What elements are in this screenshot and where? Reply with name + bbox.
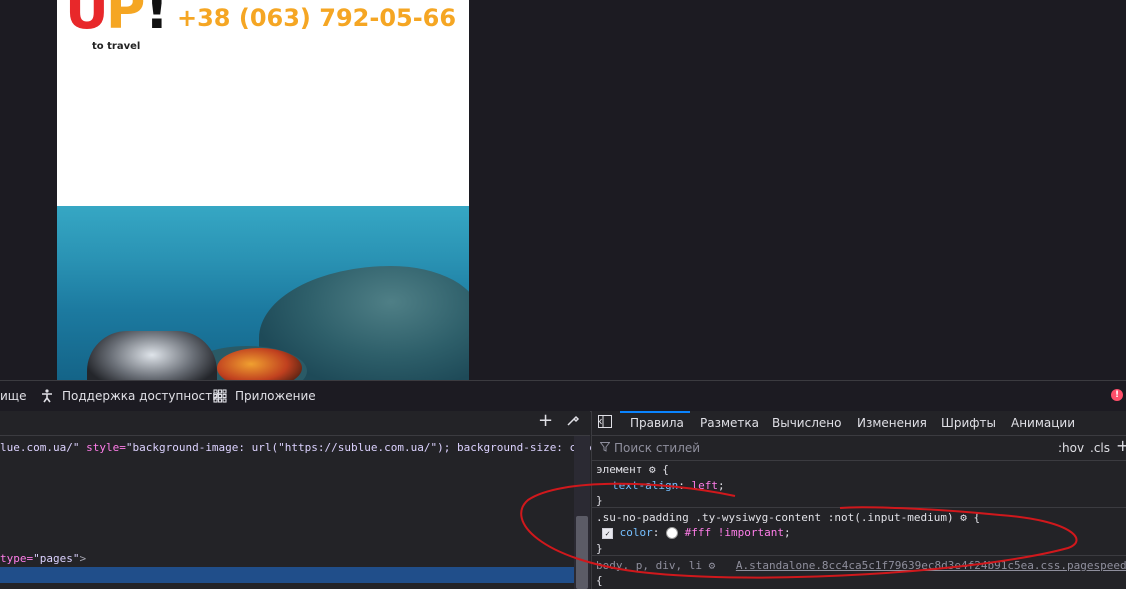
devtools-toolbar: ище Поддержка доступности Приложение ! [0,380,1126,412]
tab-layout[interactable]: Разметка [700,416,759,430]
add-rule-button[interactable]: + [1116,436,1126,455]
rules-panel: Правила Разметка Вычислено Изменения Шри… [591,411,1126,589]
rule-element-decl[interactable]: text-align: left; [612,479,725,492]
gear-icon[interactable]: ⚙ [649,463,656,476]
accessibility-icon [40,389,54,406]
markup-attr-name: style= [79,441,126,454]
rule-divider [592,507,1126,508]
style-search-input[interactable]: Поиск стилей [614,441,700,455]
markup-scrollbar[interactable] [574,436,590,589]
markup-attr-name-type: type= [0,552,34,565]
brace: { [973,511,981,524]
brace: } [596,542,603,555]
scrollbar-thumb[interactable] [576,516,588,589]
rule-2-decl[interactable]: ✓ color: #fff !important; [602,526,791,539]
tab-truncated[interactable]: ище [0,389,26,403]
rule-element-header: элемент ⚙ { [596,463,669,476]
add-node-button[interactable]: + [538,410,553,431]
rule-selector[interactable]: .su-no-padding .ty-wysiwyg-content :not(… [596,511,954,524]
markup-toolbar: + [0,410,590,436]
tab-fonts[interactable]: Шрифты [941,416,996,430]
markup-attr-value-type: "pages" [33,552,80,565]
rule-2-header: .su-no-padding .ty-wysiwyg-content :not(… [596,511,980,524]
tab-application[interactable]: Приложение [235,389,316,403]
tab-accessibility[interactable]: Поддержка доступности [62,389,220,403]
devtools-panel: ище Поддержка доступности Приложение ! +… [0,380,1126,589]
prop-value[interactable]: left [691,479,718,492]
underwater-video-frame [57,206,469,380]
orange-fin [217,348,302,380]
prop-name[interactable]: text-align [612,479,678,492]
brace: } [596,494,603,507]
gear-icon[interactable]: ⚙ [709,559,716,572]
error-count-icon[interactable]: ! [1111,389,1123,401]
phone-number[interactable]: +38 (063) 792-05-66 [177,4,456,32]
eyedropper-icon[interactable] [566,413,580,431]
markup-line-style[interactable]: lue.com.ua/" style="background-image: ur… [0,441,609,454]
diver-with-scooter [87,331,217,380]
brace: { [662,463,669,476]
brand-logo[interactable]: UP! [65,0,169,41]
rule-selector[interactable]: body, p, div, li [596,559,702,572]
rules-tabs: Правила Разметка Вычислено Изменения Шри… [592,411,1126,436]
gear-icon[interactable]: ⚙ [960,511,967,524]
rule-divider [592,555,1126,556]
rule-selector: элемент [596,463,643,476]
enable-checkbox[interactable]: ✓ [602,527,613,539]
stylesheet-source-link[interactable]: A.standalone.8cc4ca5c1f79639ec8d3e4f24b9… [736,559,1126,572]
tab-animations[interactable]: Анимации [1011,416,1075,430]
rule-3-header: body, p, div, li ⚙ A.standalone.8cc4ca5c… [596,559,1126,572]
tab-computed[interactable]: Вычислено [772,416,841,430]
color-swatch[interactable] [666,527,678,539]
style-filter-bar: Поиск стилей :hov .cls + [592,436,1126,461]
tab-rules[interactable]: Правила [630,416,684,430]
markup-tag-close: > [79,552,87,565]
brace: { [596,574,603,587]
application-icon [213,389,227,406]
active-tab-indicator [620,411,690,413]
logo-tagline: to travel [92,41,141,52]
website-preview: UP! to travel +38 (063) 792-05-66 [57,0,469,380]
cls-toggle[interactable]: .cls [1090,441,1110,455]
markup-line-type[interactable]: type="pages"> [0,552,86,565]
layout-toggle-icon[interactable] [598,415,612,431]
prop-name[interactable]: color [620,526,653,539]
selected-node-row[interactable] [0,567,574,583]
tab-changes[interactable]: Изменения [857,416,927,430]
markup-attr-value: "background-image: url("https://sublue.c… [125,441,610,454]
filter-icon [599,441,611,455]
markup-panel: + lue.com.ua/" style="background-image: … [0,410,609,589]
prop-value[interactable]: #fff !important [685,526,784,539]
markup-href-fragment: lue.com.ua/" [0,441,80,454]
hov-toggle[interactable]: :hov [1058,441,1084,455]
